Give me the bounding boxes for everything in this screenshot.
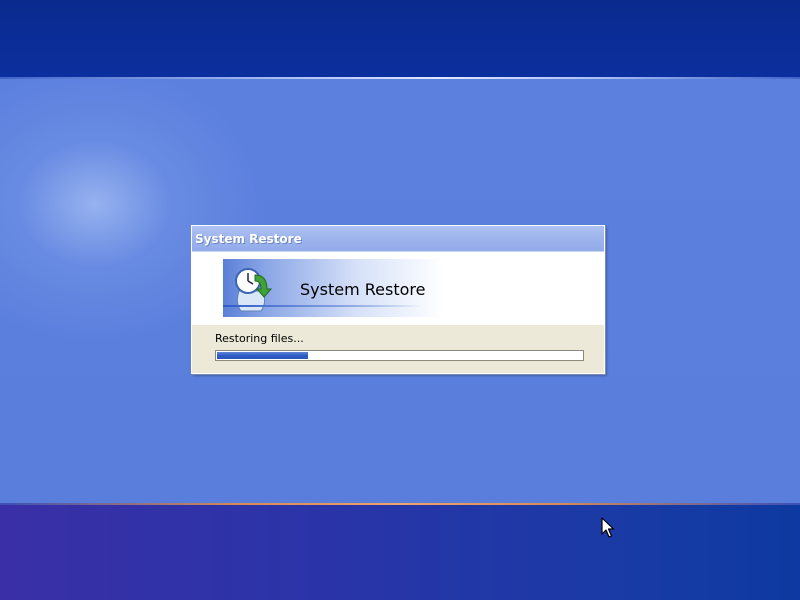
dialog-titlebar: System Restore xyxy=(192,226,604,252)
top-band xyxy=(0,0,800,77)
bottom-band xyxy=(0,505,800,600)
restore-screen: System Restore System Restore Restoring … xyxy=(0,0,800,600)
status-text: Restoring files... xyxy=(215,332,304,345)
system-restore-dialog: System Restore System Restore Restoring … xyxy=(191,225,605,374)
banner-heading: System Restore xyxy=(300,280,426,299)
arrow-cursor-icon xyxy=(601,517,615,538)
restore-progress-bar xyxy=(215,350,584,361)
progress-fill xyxy=(217,352,308,359)
dialog-banner: System Restore xyxy=(192,252,604,325)
banner-underline xyxy=(223,305,423,307)
dialog-title: System Restore xyxy=(195,232,302,246)
